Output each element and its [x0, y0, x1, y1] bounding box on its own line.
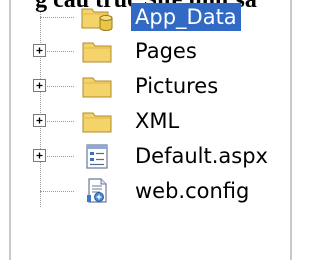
tree-node-label[interactable]: web.config	[131, 177, 253, 205]
expand-plus-icon[interactable]	[33, 79, 46, 92]
tree-node-label[interactable]: App_Data	[131, 3, 241, 31]
tree-node-app-data[interactable]: App_Data	[0, 0, 292, 34]
tree-node-label[interactable]: XML	[131, 107, 183, 135]
expand-plus-icon[interactable]	[33, 149, 46, 162]
tree-branch-line	[40, 191, 74, 192]
tree-node-pictures[interactable]: Pictures	[0, 69, 292, 103]
tree-node-label[interactable]: Pages	[131, 37, 201, 65]
aspx-file-icon	[80, 140, 114, 172]
database-folder-icon	[80, 1, 114, 33]
config-file-icon	[80, 175, 114, 207]
expand-plus-icon[interactable]	[33, 44, 46, 57]
solution-explorer-tree: App_Data Pages Pictures XML Default.aspx…	[0, 0, 292, 260]
tree-node-label[interactable]: Pictures	[131, 72, 222, 100]
tree-node-xml[interactable]: XML	[0, 104, 292, 138]
folder-icon	[80, 105, 114, 137]
tree-branch-line	[40, 17, 74, 18]
expand-plus-icon[interactable]	[33, 114, 46, 127]
tree-node-default-aspx[interactable]: Default.aspx	[0, 139, 292, 173]
folder-icon	[80, 35, 114, 67]
tree-node-pages[interactable]: Pages	[0, 34, 292, 68]
folder-icon	[80, 70, 114, 102]
tree-node-label[interactable]: Default.aspx	[131, 142, 272, 170]
tree-node-web-config[interactable]: web.config	[0, 174, 292, 208]
